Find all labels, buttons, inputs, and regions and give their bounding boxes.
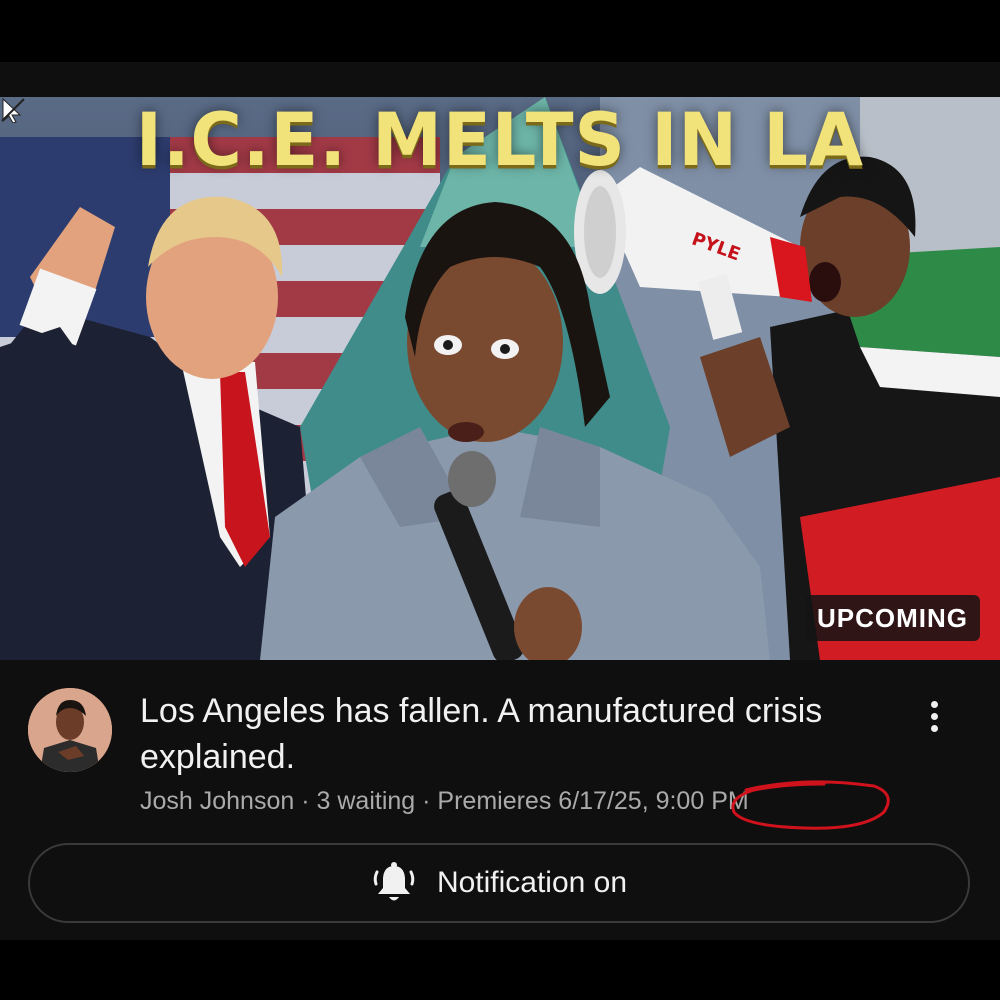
waiting-count: 3 waiting <box>316 787 416 815</box>
channel-name[interactable]: Josh Johnson <box>140 787 294 815</box>
video-meta: Los Angeles has fallen. A manufactured c… <box>0 660 1000 840</box>
top-bar <box>0 0 1000 62</box>
premiere-time: Premieres 6/17/25, 9:00 PM <box>437 787 749 815</box>
separator-dot: · <box>301 787 317 815</box>
notification-label: Notification on <box>436 866 628 899</box>
video-subtitle: Josh Johnson · 3 waiting · Premieres 6/1… <box>140 784 940 818</box>
channel-avatar[interactable] <box>28 688 112 772</box>
notification-button-content: Notification on <box>30 845 968 921</box>
video-thumbnail[interactable]: PYLE I.C.E. MELTS IN LA UPCOMING <box>0 97 1000 660</box>
separator-dot: · <box>422 787 438 815</box>
upcoming-badge: UPCOMING <box>805 595 980 641</box>
thumbnail-headline: I.C.E. MELTS IN LA <box>135 97 865 184</box>
bottom-bar <box>0 940 1000 1000</box>
avatar-image <box>28 688 112 772</box>
pointer-arrow-icon <box>1 97 25 123</box>
more-vertical-icon[interactable] <box>918 696 950 740</box>
bell-ringing-icon <box>373 862 415 901</box>
app-frame: PYLE I.C.E. MELTS IN LA UPCOMING Los Ang… <box>0 0 1000 1000</box>
video-title[interactable]: Los Angeles has fallen. A manufactured c… <box>140 688 880 780</box>
notification-button[interactable]: Notification on <box>28 843 970 923</box>
